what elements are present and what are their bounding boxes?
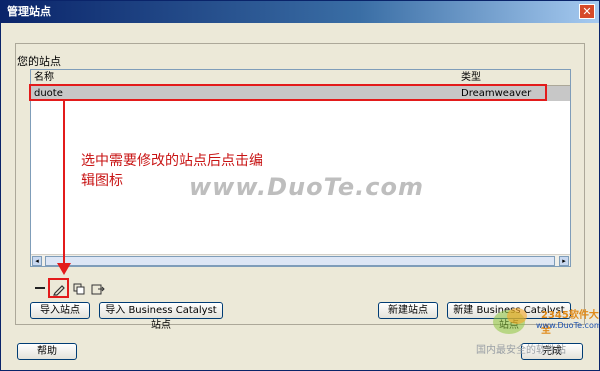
- duplicate-icon[interactable]: [72, 282, 86, 296]
- export-icon[interactable]: [91, 282, 105, 296]
- close-button[interactable]: ✕: [579, 4, 595, 19]
- edit-highlight-box: [48, 278, 69, 298]
- group-title: 您的站点: [17, 55, 61, 68]
- help-button[interactable]: 帮助: [17, 343, 77, 360]
- watermark: www.DuoTe.com: [189, 173, 424, 201]
- scroll-left-icon[interactable]: ◂: [32, 256, 42, 266]
- horizontal-scrollbar[interactable]: ◂ ▸: [31, 254, 570, 266]
- row-highlight-box: [29, 84, 547, 101]
- scroll-thumb[interactable]: [45, 256, 555, 266]
- annotation-arrow-head: [57, 263, 71, 275]
- import-bc-site-button[interactable]: 导入 Business Catalyst 站点: [99, 302, 223, 331]
- import-site-button[interactable]: 导入站点: [30, 302, 90, 319]
- logo-text-slogan: 国内最安全的软件站: [476, 345, 566, 356]
- minus-icon[interactable]: [33, 282, 47, 296]
- logo-text-url: www.DuoTe.com: [536, 321, 600, 330]
- title-bar: 管理站点 ✕: [1, 1, 599, 23]
- new-site-button[interactable]: 新建站点: [378, 302, 438, 319]
- manage-sites-dialog: 管理站点 ✕ 您的站点 名称 类型 duote Dreamweaver ◂ ▸ …: [0, 0, 600, 371]
- window-title: 管理站点: [7, 5, 51, 18]
- scroll-right-icon[interactable]: ▸: [559, 256, 569, 266]
- annotation-arrow: [63, 101, 65, 268]
